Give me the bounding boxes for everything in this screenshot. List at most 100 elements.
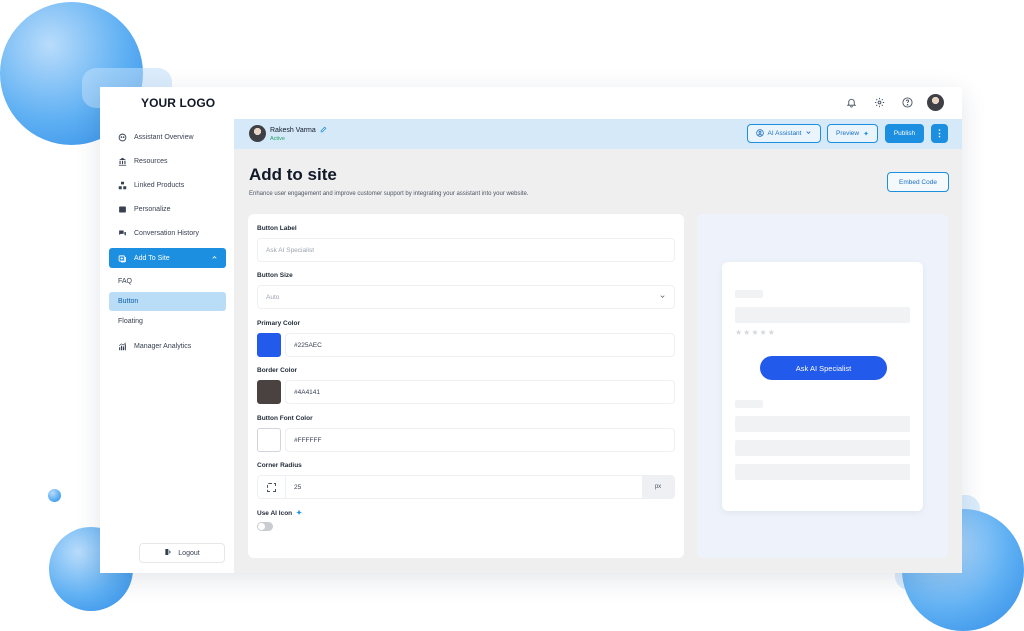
primary-color-value: #225AEC	[294, 341, 322, 349]
decorative-dot	[48, 489, 61, 502]
conversation-icon	[118, 229, 127, 238]
sidebar-subitem-button[interactable]: Button	[109, 292, 226, 311]
sidebar-item-label: Manager Analytics	[134, 342, 192, 350]
font-color-label: Button Font Color	[257, 415, 313, 422]
button-size-value: Auto	[266, 293, 280, 301]
logout-button[interactable]: Logout	[139, 543, 225, 563]
sidebar-subitem-label: FAQ	[118, 278, 133, 285]
skeleton-block	[735, 464, 910, 480]
rating-stars: ★★★★★	[735, 328, 776, 337]
field-label-text: Corner Radius	[257, 462, 302, 469]
logout-icon	[164, 548, 172, 558]
toggle-knob	[258, 523, 265, 530]
sidebar-item-label: Add To Site	[134, 254, 170, 262]
gear-icon[interactable]	[871, 95, 887, 111]
sidebar-item-personalize[interactable]: Personalize	[109, 199, 226, 219]
sidebar-item-label: Resources	[134, 157, 168, 165]
primary-color-input[interactable]: #225AEC	[285, 333, 675, 357]
button-size-select[interactable]: Auto	[257, 285, 675, 309]
sparkle-icon: ✦	[296, 510, 303, 517]
publish-button[interactable]: Publish	[885, 124, 924, 143]
border-color-swatch[interactable]	[257, 380, 281, 404]
primary-color-swatch[interactable]	[257, 333, 281, 357]
border-color-value: #4A4141	[294, 388, 321, 396]
field-label-text: Button Size	[257, 272, 293, 279]
avatar[interactable]	[927, 94, 944, 111]
button-label-label: Button Label	[257, 225, 297, 232]
preview-cta-button[interactable]: Ask AI Specialist	[760, 356, 887, 380]
user-status: Active	[270, 136, 285, 142]
field-label-text: Use AI Icon	[257, 509, 293, 517]
embed-code-button[interactable]: Embed Code	[887, 172, 949, 192]
embed-code-label: Embed Code	[899, 178, 937, 186]
corner-radius-row: 25 px	[257, 475, 675, 499]
resources-icon	[118, 157, 127, 166]
border-color-label: Border Color	[257, 367, 297, 374]
sidebar-item-label: Assistant Overview	[134, 133, 194, 141]
skeleton-line	[735, 290, 763, 298]
border-color-row: #4A4141	[257, 380, 675, 404]
more-options-button[interactable]: ⋮	[931, 124, 948, 143]
ai-assistant-label: AI Assistant	[767, 130, 802, 137]
sidebar-item-manager-analytics[interactable]: Manager Analytics	[109, 336, 226, 356]
button-label-input[interactable]: Ask AI Specialist	[257, 238, 675, 262]
primary-color-label: Primary Color	[257, 320, 300, 327]
sidebar-item-label: Linked Products	[134, 181, 185, 189]
chevron-up-icon[interactable]	[211, 254, 218, 263]
user-circle-icon	[755, 128, 764, 139]
sidebar-item-add-to-site[interactable]: Add To Site	[109, 248, 226, 268]
corner-radius-input[interactable]: 25	[286, 484, 642, 491]
ai-icon-toggle[interactable]	[257, 522, 273, 531]
button-label-placeholder: Ask AI Specialist	[266, 246, 315, 254]
sidebar-subitem-faq[interactable]: FAQ	[109, 272, 226, 291]
border-color-input[interactable]: #4A4141	[285, 380, 675, 404]
sidebar: Assistant Overview Resources Linked Prod…	[100, 119, 234, 573]
field-label-text: Border Color	[257, 367, 298, 374]
preview-mock-page: ★★★★★ Ask AI Specialist	[722, 262, 923, 511]
user-avatar[interactable]	[249, 125, 266, 142]
skeleton-line	[735, 400, 763, 408]
sidebar-subitem-floating[interactable]: Floating	[109, 312, 226, 331]
font-color-row: #FFFFFF	[257, 428, 675, 452]
top-icons	[843, 94, 944, 111]
bell-icon[interactable]	[843, 95, 859, 111]
more-vertical-icon: ⋮	[935, 128, 944, 138]
corner-radius-unit: px	[642, 476, 674, 498]
add-to-site-icon	[118, 254, 127, 263]
logo: YOUR LOGO	[141, 96, 216, 110]
ai-assistant-dropdown[interactable]: AI Assistant	[747, 124, 821, 143]
corner-radius-icon	[258, 476, 286, 498]
skeleton-block	[735, 416, 910, 432]
sidebar-item-assistant-overview[interactable]: Assistant Overview	[109, 127, 226, 147]
sidebar-item-label: Conversation History	[134, 229, 199, 237]
button-settings-form: Button Label Ask AI Specialist Button Si…	[248, 214, 684, 558]
page-title: Add to site	[249, 165, 337, 184]
app-window: YOUR LOGO Assistant Overview Resources L…	[100, 87, 962, 573]
top-bar: YOUR LOGO	[100, 87, 962, 119]
assistant-icon	[118, 133, 127, 142]
preview-button[interactable]: Preview ✦	[827, 124, 878, 143]
button-preview-panel: ★★★★★ Ask AI Specialist	[697, 214, 948, 558]
field-label-text: Button Label	[257, 225, 297, 232]
corner-radius-value: 25	[294, 483, 302, 491]
skeleton-block	[735, 307, 910, 323]
preview-label: Preview	[836, 130, 860, 137]
sidebar-item-resources[interactable]: Resources	[109, 151, 226, 171]
edit-icon[interactable]	[320, 126, 327, 135]
font-color-swatch[interactable]	[257, 428, 281, 452]
sidebar-subitem-label: Button	[118, 298, 139, 305]
logout-label: Logout	[178, 549, 200, 557]
linked-products-icon	[118, 181, 127, 190]
sidebar-item-conversation-history[interactable]: Conversation History	[109, 223, 226, 243]
analytics-icon	[118, 342, 127, 351]
page-subtitle: Enhance user engagement and improve cust…	[249, 191, 529, 197]
content-header: Rakesh Varma Active AI Assistant Preview…	[234, 119, 962, 149]
field-label-text: Primary Color	[257, 320, 300, 327]
sidebar-item-linked-products[interactable]: Linked Products	[109, 175, 226, 195]
sparkle-icon: ✦	[863, 130, 869, 138]
font-color-input[interactable]: #FFFFFF	[285, 428, 675, 452]
chevron-down-icon	[659, 293, 666, 302]
skeleton-block	[735, 440, 910, 456]
user-name: Rakesh Varma	[270, 126, 327, 135]
help-icon[interactable]	[899, 95, 915, 111]
